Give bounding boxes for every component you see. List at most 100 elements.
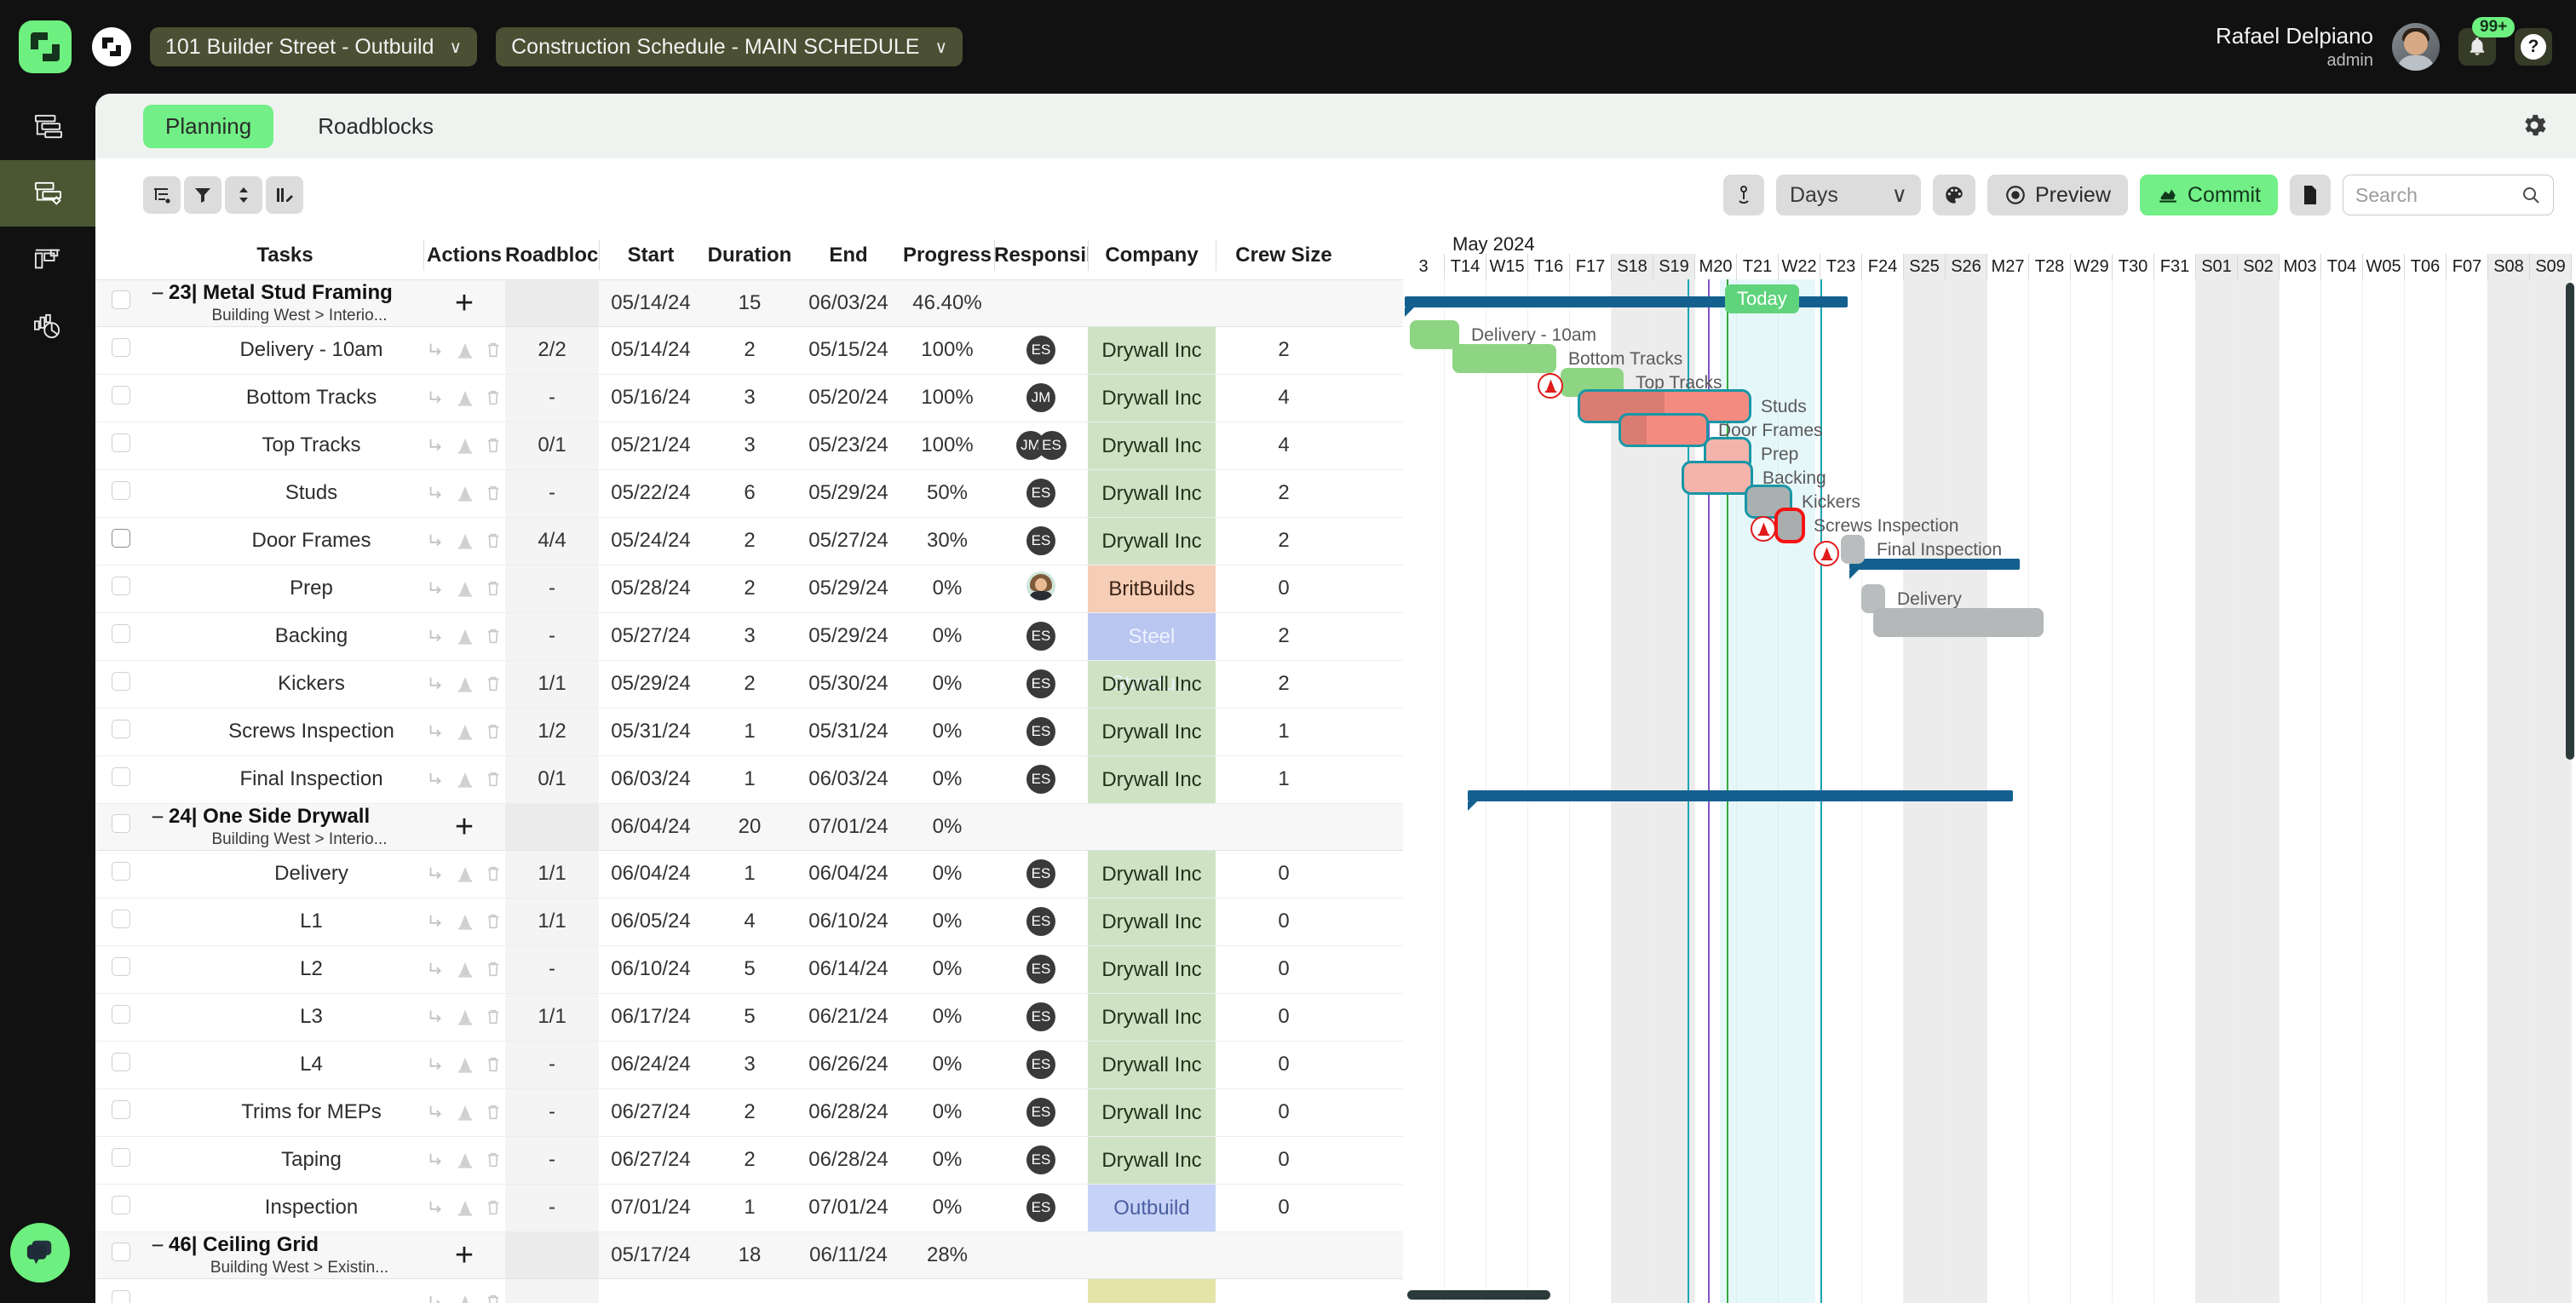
gantt-roadblock-cone-icon[interactable] [1751, 516, 1776, 542]
indent-icon[interactable] [427, 1151, 446, 1169]
start-cell[interactable]: 05/14/24 [599, 279, 703, 327]
progress-cell[interactable]: 0% [900, 1136, 994, 1185]
roadblocks-cell[interactable]: 1/1 [505, 660, 599, 709]
end-cell[interactable]: 05/29/24 [796, 469, 900, 518]
responsible-cell[interactable]: ES [994, 517, 1088, 565]
start-cell[interactable]: 06/04/24 [599, 850, 703, 898]
avatar[interactable] [2392, 22, 2440, 71]
responsible-cell[interactable]: ES [994, 755, 1088, 804]
task-cell[interactable] [147, 1278, 423, 1303]
duration-cell[interactable]: 1 [703, 708, 796, 756]
th-end[interactable]: End [796, 232, 900, 280]
gantt-body[interactable]: Today Delivery - 10am Bottom Tracks Top Tra… [1403, 279, 2576, 1303]
duration-cell[interactable]: 3 [703, 1041, 796, 1089]
row-checkbox[interactable] [112, 576, 130, 595]
roadblocks-cell[interactable]: - [505, 374, 599, 422]
th-actions[interactable]: Actions [423, 232, 505, 280]
task-cell[interactable]: Top Tracks [147, 422, 423, 470]
end-cell[interactable]: 06/03/24 [796, 755, 900, 804]
end-cell[interactable]: 06/21/24 [796, 993, 900, 1042]
task-cell[interactable]: Bottom Tracks [147, 374, 423, 422]
sidebar-item-board[interactable] [0, 227, 95, 293]
progress-cell[interactable]: 28% [900, 1231, 994, 1279]
preview-button[interactable]: Preview [1987, 175, 2128, 215]
task-cell[interactable]: Taping [147, 1136, 423, 1185]
indent-icon[interactable] [427, 912, 446, 931]
responsible-cell[interactable] [994, 279, 1088, 327]
progress-cell[interactable]: 30% [900, 517, 994, 565]
task-cell[interactable]: Door Frames [147, 517, 423, 565]
roadblock-cone-icon[interactable] [457, 1007, 474, 1026]
actions-cell[interactable] [423, 469, 505, 518]
responsible-cell[interactable]: ES [994, 945, 1088, 994]
row-checkbox[interactable] [112, 385, 130, 405]
delete-icon[interactable] [485, 912, 502, 931]
end-cell[interactable]: 05/20/24 [796, 374, 900, 422]
roadblock-cone-icon[interactable] [457, 531, 474, 550]
progress-cell[interactable]: 0% [900, 803, 994, 851]
duration-cell[interactable]: 3 [703, 422, 796, 470]
roadblocks-cell[interactable]: 1/1 [505, 898, 599, 946]
tab-planning[interactable]: Planning [143, 104, 274, 148]
start-cell[interactable]: 05/17/24 [599, 1231, 703, 1279]
task-cell[interactable]: Prep [147, 565, 423, 613]
duration-cell[interactable]: 2 [703, 660, 796, 709]
duration-cell[interactable]: 1 [703, 755, 796, 804]
responsible-cell[interactable]: ES [994, 1088, 1088, 1137]
crew-size-cell[interactable]: 0 [1216, 1184, 1352, 1232]
gantt-task-bar[interactable] [1619, 413, 1709, 447]
filter-button[interactable] [184, 176, 221, 214]
row-checkbox[interactable] [112, 956, 130, 976]
responsible-cell[interactable]: ES [994, 1136, 1088, 1185]
crew-size-cell[interactable] [1216, 279, 1352, 327]
actions-cell[interactable] [423, 1041, 505, 1089]
th-roadblocks[interactable]: Roadblocks [505, 232, 621, 280]
company-cell[interactable]: Outbuild [1088, 1184, 1216, 1232]
delete-icon[interactable] [485, 960, 502, 979]
responsible-avatars[interactable]: ES [1026, 622, 1055, 651]
delete-icon[interactable] [485, 436, 502, 455]
row-select-cell[interactable] [95, 374, 147, 422]
zoom-level-select[interactable]: Days ∨ [1775, 175, 1921, 215]
duration-cell[interactable]: 1 [703, 850, 796, 898]
end-cell[interactable]: 05/31/24 [796, 708, 900, 756]
responsible-avatars[interactable]: ES [1026, 717, 1055, 746]
crew-size-cell[interactable]: 0 [1216, 1041, 1352, 1089]
end-cell[interactable]: 06/14/24 [796, 945, 900, 994]
project-selector[interactable]: 101 Builder Street - Outbuild ∨ [150, 27, 478, 66]
company-cell[interactable]: Drywall Inc [1088, 660, 1216, 709]
duration-cell[interactable]: 2 [703, 326, 796, 375]
start-cell[interactable]: 05/27/24 [599, 612, 703, 661]
table-group-row[interactable]: − 23| Metal Stud Framing Building West >… [95, 279, 1412, 327]
table-row[interactable]: Studs - 05/22/24 6 05/29/24 50% ES Drywa… [95, 469, 1412, 518]
progress-cell[interactable]: 100% [900, 374, 994, 422]
start-cell[interactable]: 06/05/24 [599, 898, 703, 946]
duration-cell[interactable]: 2 [703, 1136, 796, 1185]
table-row[interactable]: Prep - 05/28/24 2 05/29/24 0% BritBuilds… [95, 565, 1412, 613]
end-cell[interactable]: 06/28/24 [796, 1088, 900, 1137]
row-checkbox[interactable] [112, 1052, 130, 1071]
table-row[interactable]: L2 - 06/10/24 5 06/14/24 0% ES Drywall I… [95, 945, 1412, 994]
roadblock-cone-icon[interactable] [457, 770, 474, 789]
indent-icon[interactable] [427, 531, 446, 550]
progress-cell[interactable]: 0% [900, 1041, 994, 1089]
task-cell[interactable]: − 23| Metal Stud Framing Building West >… [147, 279, 423, 327]
row-checkbox[interactable] [112, 433, 130, 452]
duration-cell[interactable]: 20 [703, 803, 796, 851]
end-cell[interactable]: 05/23/24 [796, 422, 900, 470]
row-checkbox[interactable] [112, 623, 130, 643]
row-select-cell[interactable] [95, 1136, 147, 1185]
row-select-cell[interactable] [95, 612, 147, 661]
end-cell[interactable]: 05/15/24 [796, 326, 900, 375]
row-select-cell[interactable] [95, 279, 147, 327]
indent-icon[interactable] [427, 770, 446, 789]
delete-icon[interactable] [485, 531, 502, 550]
table-row[interactable]: L1 1/1 06/05/24 4 06/10/24 0% ES Drywall… [95, 898, 1412, 946]
roadblocks-cell[interactable]: - [505, 1088, 599, 1137]
table-row[interactable]: L4 - 06/24/24 3 06/26/24 0% ES Drywall I… [95, 1041, 1412, 1089]
actions-cell[interactable] [423, 422, 505, 470]
company-cell[interactable]: Drywall Inc [1088, 374, 1216, 422]
add-task-button[interactable]: + [455, 285, 474, 321]
roadblocks-cell[interactable]: - [505, 1136, 599, 1185]
responsible-avatars[interactable]: ES [1026, 859, 1055, 888]
